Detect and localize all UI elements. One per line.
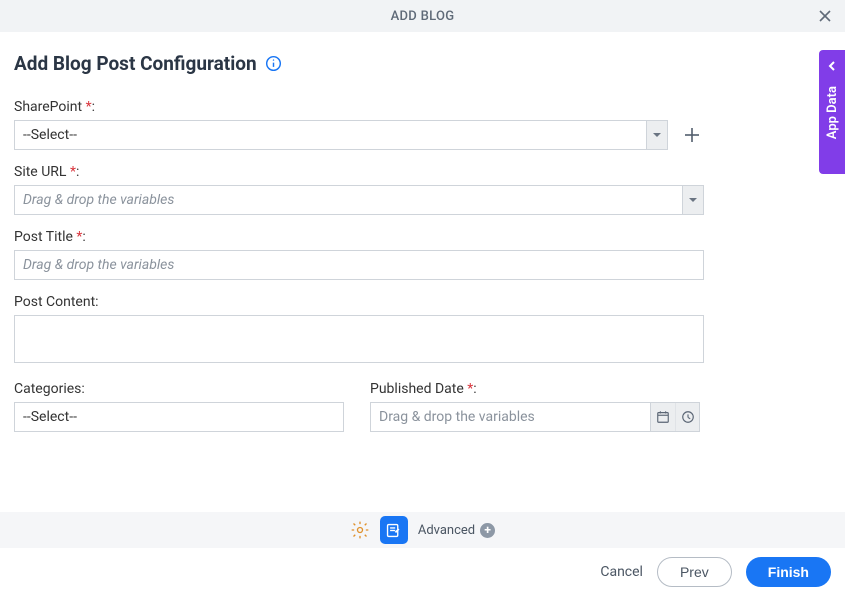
input-site-url[interactable]: Drag & drop the variables <box>14 185 682 215</box>
label-categories: Categories: <box>14 381 344 397</box>
gear-icon[interactable] <box>350 520 370 540</box>
label-post-content: Post Content: <box>14 294 704 310</box>
field-site-url: Site URL *: Drag & drop the variables <box>14 164 704 215</box>
site-url-placeholder: Drag & drop the variables <box>23 192 174 208</box>
select-categories-value: --Select-- <box>23 409 77 425</box>
notepad-icon[interactable] <box>380 516 408 544</box>
label-published-date: Published Date *: <box>370 381 700 397</box>
select-sharepoint[interactable]: --Select-- <box>14 120 646 150</box>
field-post-content: Post Content: <box>14 294 704 367</box>
advanced-label-text: Advanced <box>418 523 475 538</box>
chevron-down-icon[interactable] <box>682 185 704 215</box>
label-text-site-url: Site URL <box>14 164 66 180</box>
input-post-title[interactable] <box>14 250 704 280</box>
chevron-left-icon <box>826 60 838 76</box>
label-site-url: Site URL *: <box>14 164 704 180</box>
label-post-title: Post Title *: <box>14 229 704 245</box>
form-content: Add Blog Post Configuration SharePoint *… <box>0 32 845 446</box>
add-sharepoint-button[interactable] <box>680 120 704 150</box>
select-sharepoint-value: --Select-- <box>23 127 77 143</box>
field-sharepoint: SharePoint *: --Select-- <box>14 99 704 150</box>
field-categories: Categories: --Select-- <box>14 381 344 432</box>
chevron-down-icon[interactable] <box>646 120 668 150</box>
close-icon[interactable] <box>817 8 833 24</box>
plus-circle-icon: + <box>480 523 495 538</box>
label-text-post-title: Post Title <box>14 229 73 245</box>
advanced-toggle[interactable]: Advanced + <box>418 523 495 538</box>
footer-actions: Cancel Prev Finish <box>0 548 845 595</box>
textarea-post-content[interactable] <box>14 315 704 363</box>
title-bar: ADD BLOG <box>0 0 845 32</box>
clock-icon[interactable] <box>675 403 699 431</box>
side-tab-label: App Data <box>825 86 840 139</box>
page-heading-text: Add Blog Post Configuration <box>14 52 257 75</box>
calendar-icon[interactable] <box>651 403 675 431</box>
label-text-published-date: Published Date <box>370 381 464 397</box>
row-categories-published: Categories: --Select-- Published Date *: <box>14 381 831 446</box>
input-published-date[interactable] <box>370 402 650 432</box>
field-post-title: Post Title *: <box>14 229 704 280</box>
side-tab-app-data[interactable]: App Data <box>819 50 845 174</box>
select-categories[interactable]: --Select-- <box>14 402 344 432</box>
info-icon[interactable] <box>265 55 282 72</box>
cancel-button[interactable]: Cancel <box>600 564 643 580</box>
required-asterisk: * <box>70 164 76 180</box>
label-text-sharepoint: SharePoint <box>14 99 82 115</box>
field-published-date: Published Date *: <box>370 381 700 432</box>
required-asterisk: * <box>86 99 92 115</box>
required-asterisk: * <box>76 229 82 245</box>
required-asterisk: * <box>467 381 473 397</box>
label-sharepoint: SharePoint *: <box>14 99 704 115</box>
config-toolbar: Advanced + <box>0 512 845 548</box>
finish-button[interactable]: Finish <box>746 557 831 587</box>
prev-button[interactable]: Prev <box>657 557 732 587</box>
page-title: Add Blog Post Configuration <box>14 52 831 75</box>
window-title: ADD BLOG <box>391 9 455 24</box>
